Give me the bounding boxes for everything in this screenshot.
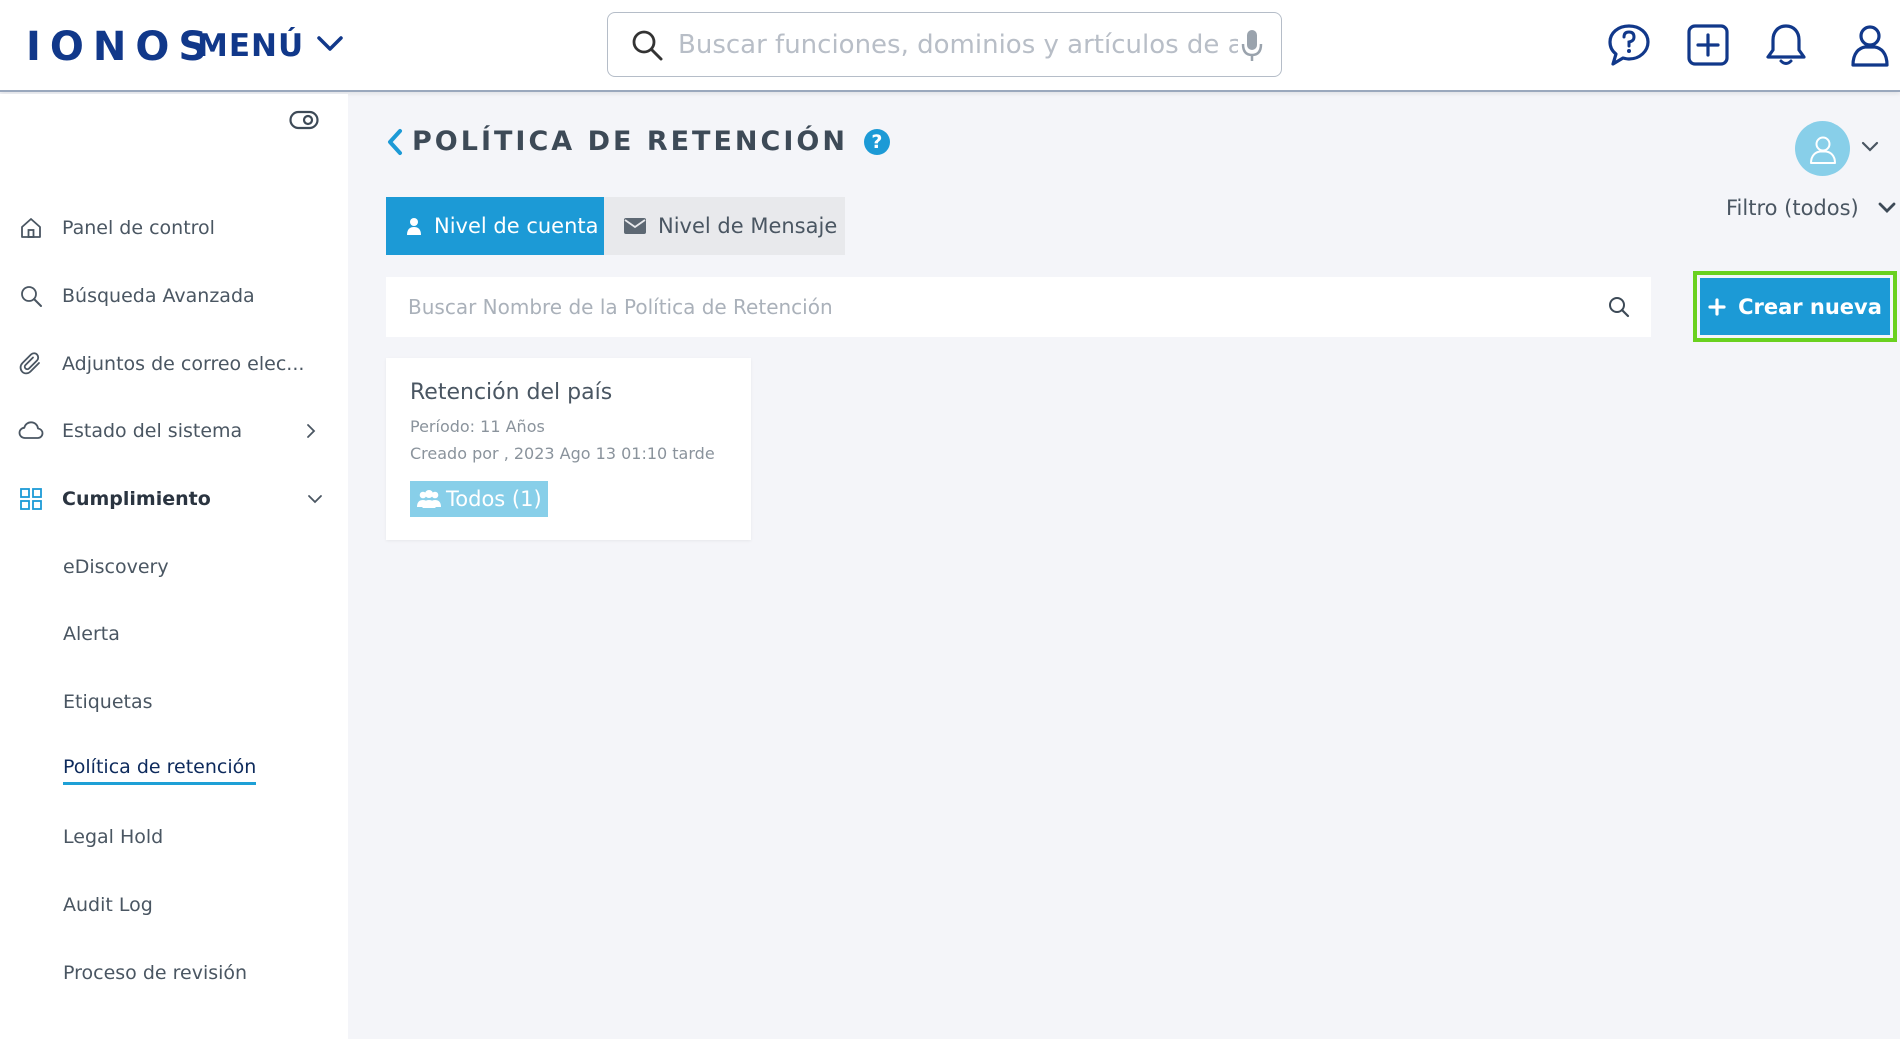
user-icon bbox=[406, 217, 422, 235]
sidebar-subitem-ediscovery[interactable]: eDiscovery bbox=[63, 547, 169, 587]
sidebar-subitem-politica-de-retencion[interactable]: Política de retención bbox=[63, 751, 257, 785]
search-icon bbox=[18, 283, 44, 309]
cloud-icon bbox=[18, 418, 44, 444]
sidebar-subitem-etiquetas[interactable]: Etiquetas bbox=[63, 682, 153, 722]
tab-label: Nivel de cuenta bbox=[434, 214, 599, 238]
paperclip-icon bbox=[18, 351, 44, 377]
sidebar-item-label: Cumplimiento bbox=[62, 488, 211, 510]
sidebar-item-busqueda-avanzada[interactable]: Búsqueda Avanzada bbox=[0, 272, 348, 320]
chevron-down-icon bbox=[308, 495, 322, 504]
create-new-button[interactable]: Crear nueva bbox=[1700, 278, 1890, 335]
home-icon bbox=[18, 215, 44, 241]
sidebar-item-label: Panel de control bbox=[62, 217, 215, 239]
help-icon[interactable]: ? bbox=[863, 128, 890, 155]
sidebar-item-panel-de-control[interactable]: Panel de control bbox=[0, 204, 348, 252]
bell-icon[interactable] bbox=[1761, 20, 1811, 70]
menu-label: MENÚ bbox=[197, 28, 305, 64]
global-search-input[interactable] bbox=[678, 29, 1238, 60]
users-icon bbox=[417, 490, 441, 508]
sidebar-subitem-alerta[interactable]: Alerta bbox=[63, 614, 120, 654]
grid-icon bbox=[18, 486, 44, 512]
avatar[interactable] bbox=[1795, 121, 1850, 176]
create-label: Crear nueva bbox=[1738, 294, 1882, 319]
tab-nivel-de-cuenta[interactable]: Nivel de cuenta bbox=[386, 197, 604, 255]
policy-card[interactable]: Retención del país Período: 11 Años Crea… bbox=[386, 358, 751, 540]
add-icon[interactable] bbox=[1683, 20, 1733, 70]
search-icon[interactable] bbox=[1607, 295, 1631, 319]
global-search bbox=[607, 12, 1282, 77]
search-icon bbox=[632, 30, 663, 60]
sidebar-item-label: Búsqueda Avanzada bbox=[62, 285, 255, 307]
menu-button[interactable]: MENÚ bbox=[197, 26, 344, 66]
ionos-logo[interactable]: IONOS bbox=[26, 24, 216, 70]
sidebar-toggle-icon[interactable] bbox=[289, 110, 319, 130]
back-arrow-icon[interactable] bbox=[386, 128, 404, 156]
badge-label: Todos (1) bbox=[446, 487, 542, 511]
sidebar-subitem-proceso-de-revision[interactable]: Proceso de revisión bbox=[63, 953, 247, 993]
sidebar-item-adjuntos[interactable]: Adjuntos de correo elec... bbox=[0, 340, 348, 388]
help-chat-icon[interactable] bbox=[1604, 20, 1654, 70]
chevron-right-icon bbox=[307, 424, 316, 438]
chevron-down-icon[interactable] bbox=[1860, 140, 1880, 154]
tab-nivel-de-mensaje[interactable]: Nivel de Mensaje bbox=[604, 197, 845, 255]
filter-dropdown[interactable]: Filtro (todos) bbox=[1726, 196, 1897, 220]
filter-label: Filtro (todos) bbox=[1726, 196, 1859, 220]
user-account-icon[interactable] bbox=[1845, 20, 1895, 70]
user-avatar-icon bbox=[1809, 136, 1836, 164]
policy-scope-badge[interactable]: Todos (1) bbox=[410, 481, 548, 517]
microphone-icon[interactable] bbox=[1241, 29, 1263, 63]
plus-icon bbox=[1708, 297, 1726, 316]
policy-period: Período: 11 Años bbox=[410, 417, 545, 436]
page-header: POLÍTICA DE RETENCIÓN ? bbox=[386, 126, 890, 157]
sidebar-item-cumplimiento[interactable]: Cumplimiento bbox=[0, 475, 348, 523]
envelope-icon bbox=[624, 218, 646, 234]
create-button-highlight: Crear nueva bbox=[1693, 271, 1897, 342]
chevron-down-icon bbox=[316, 35, 344, 57]
sidebar-item-label: Adjuntos de correo elec... bbox=[62, 353, 305, 375]
chevron-down-icon bbox=[1878, 202, 1896, 213]
sidebar-item-label: Estado del sistema bbox=[62, 420, 243, 442]
page-title: POLÍTICA DE RETENCIÓN bbox=[412, 126, 848, 157]
policy-created: Creado por , 2023 Ago 13 01:10 tarde bbox=[410, 444, 715, 463]
sidebar-subitem-audit-log[interactable]: Audit Log bbox=[63, 885, 153, 925]
policy-title[interactable]: Retención del país bbox=[410, 380, 612, 405]
sidebar-subitem-legal-hold[interactable]: Legal Hold bbox=[63, 817, 163, 857]
policy-search bbox=[386, 277, 1651, 337]
tab-label: Nivel de Mensaje bbox=[658, 214, 838, 238]
top-bar: IONOS MENÚ bbox=[0, 0, 1900, 92]
sidebar-item-estado-del-sistema[interactable]: Estado del sistema bbox=[0, 407, 348, 455]
policy-search-input[interactable] bbox=[408, 295, 1588, 319]
sidebar: Panel de control Búsqueda Avanzada Adjun… bbox=[0, 94, 348, 1039]
